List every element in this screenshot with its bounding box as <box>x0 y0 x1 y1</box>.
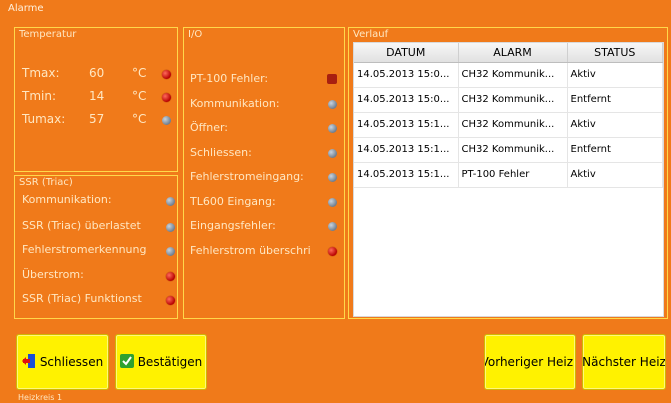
temp-value-tmin: 14 <box>89 89 105 103</box>
ssr-item-kommunikation: Kommunikation: <box>22 193 112 206</box>
table-row[interactable]: 14.05.2013 15:1... CH32 Kommunik... Entf… <box>354 137 663 163</box>
confirm-button-label: Bestätigen <box>137 355 203 369</box>
io-item-eingangsfehler: Eingangsfehler: <box>190 219 276 232</box>
io-tl600-led-icon <box>328 198 337 207</box>
table-row[interactable]: 14.05.2013 15:1... CH32 Kommunik... Akti… <box>354 112 663 138</box>
io-item-tl600: TL600 Eingang: <box>190 195 276 208</box>
ssr-ueberstrom-led-icon <box>166 272 175 281</box>
previous-heater-label: Vorheriger Heiz <box>484 355 573 369</box>
io-item-oeffner: Öffner: <box>190 121 229 134</box>
cell-alarm: CH32 Kommunik... <box>458 112 568 138</box>
temp-unit-tumax: °C <box>132 112 147 126</box>
cell-alarm: CH32 Kommunik... <box>458 87 568 113</box>
temp-value-tmax: 60 <box>89 66 105 80</box>
cell-alarm: CH32 Kommunik... <box>458 137 568 163</box>
table-row[interactable]: 14.05.2013 15:0... CH32 Kommunik... Entf… <box>354 87 663 113</box>
ssr-item-fehlerstrom: Fehlerstromerkennung <box>22 243 147 256</box>
cell-alarm: PT-100 Fehler <box>458 162 568 188</box>
column-header-status[interactable]: STATUS <box>567 43 663 63</box>
history-table[interactable]: DATUM ALARM STATUS 14.05.2013 15:0... CH… <box>353 42 664 317</box>
cell-status: Aktiv <box>567 162 663 188</box>
temp-label-tumax: Tumax: <box>22 112 66 126</box>
cell-status: Aktiv <box>567 62 663 88</box>
temp-label-tmin: Tmin: <box>22 89 57 103</box>
exit-door-icon <box>21 353 36 372</box>
temperature-title: Temperatur <box>19 29 77 40</box>
checkmark-icon <box>119 353 134 371</box>
ssr-item-ueberlastet: SSR (Triac) überlastet <box>22 219 141 232</box>
ssr-kommunikation-led-icon <box>166 197 175 206</box>
close-button-label: Schliessen <box>39 355 104 369</box>
io-item-pt100: PT-100 Fehler: <box>190 72 269 85</box>
io-title: I/O <box>188 29 203 40</box>
cell-datum: 14.05.2013 15:0... <box>354 87 459 113</box>
window-title: Alarme <box>8 3 44 14</box>
table-row[interactable]: 14.05.2013 15:0... CH32 Kommunik... Akti… <box>354 62 663 88</box>
confirm-button[interactable]: Bestätigen <box>115 334 207 390</box>
column-header-datum[interactable]: DATUM <box>354 43 459 63</box>
ssr-title: SSR (Triac) <box>19 177 73 188</box>
ssr-item-funktion: SSR (Triac) Funktionst <box>22 292 142 305</box>
io-item-kommunikation: Kommunikation: <box>190 97 280 110</box>
temp-label-tmax: Tmax: <box>22 66 60 80</box>
column-header-alarm[interactable]: ALARM <box>458 43 568 63</box>
ssr-ueberlastet-led-icon <box>166 223 175 232</box>
ssr-fehlerstrom-led-icon <box>166 247 175 256</box>
tmin-status-led-icon <box>162 93 171 102</box>
io-fehlerstromeingang-led-icon <box>328 173 337 182</box>
table-row[interactable]: 14.05.2013 15:1... PT-100 Fehler Aktiv <box>354 162 663 188</box>
close-button[interactable]: Schliessen <box>16 334 109 390</box>
pt100-alarm-icon <box>327 74 337 84</box>
temp-value-tumax: 57 <box>89 112 105 126</box>
temp-unit-tmin: °C <box>132 89 147 103</box>
io-oeffner-led-icon <box>328 124 337 133</box>
io-fehlerstrom-led-icon <box>328 247 337 256</box>
io-item-fehlerstrom-ueberschritten: Fehlerstrom überschri <box>190 244 311 257</box>
cell-status: Entfernt <box>567 87 663 113</box>
io-kommunikation-led-icon <box>328 100 337 109</box>
temp-unit-tmax: °C <box>132 66 147 80</box>
io-item-fehlerstromeingang: Fehlerstromeingang: <box>190 170 304 183</box>
previous-heater-button[interactable]: Vorheriger Heiz <box>484 334 576 390</box>
cell-datum: 14.05.2013 15:0... <box>354 62 459 88</box>
cell-alarm: CH32 Kommunik... <box>458 62 568 88</box>
table-header-row: DATUM ALARM STATUS <box>354 43 663 63</box>
cell-status: Aktiv <box>567 112 663 138</box>
ssr-item-ueberstrom: Überstrom: <box>22 268 84 281</box>
cell-status: Entfernt <box>567 137 663 163</box>
io-eingangsfehler-led-icon <box>328 222 337 231</box>
io-item-schliessen: Schliessen: <box>190 146 252 159</box>
ssr-funktion-led-icon <box>166 296 175 305</box>
io-schliessen-led-icon <box>328 149 337 158</box>
tumax-status-led-icon <box>162 116 171 125</box>
tmax-status-led-icon <box>162 70 171 79</box>
footer-heating-circuit: Heizkreis 1 <box>18 393 63 402</box>
history-title: Verlauf <box>353 29 389 40</box>
cell-datum: 14.05.2013 15:1... <box>354 162 459 188</box>
next-heater-button[interactable]: Nächster Heiz <box>582 334 666 390</box>
next-heater-label: Nächster Heiz <box>582 355 666 369</box>
cell-datum: 14.05.2013 15:1... <box>354 137 459 163</box>
cell-datum: 14.05.2013 15:1... <box>354 112 459 138</box>
